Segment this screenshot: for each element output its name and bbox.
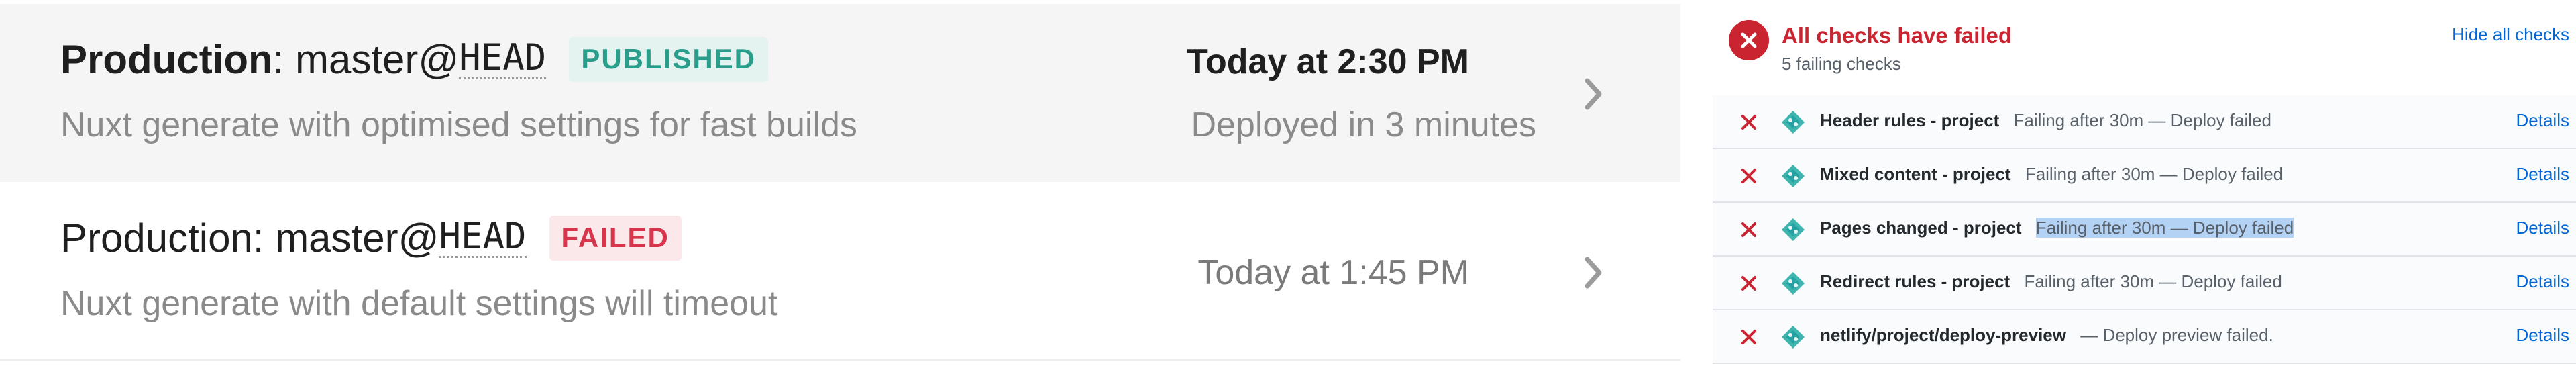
netlify-diamond-icon [1782, 218, 1805, 241]
x-icon [1741, 115, 1756, 130]
check-text: Header rules - project Failing after 30m… [1820, 110, 2271, 131]
screenshot-stage: Production: master@ HEAD PUBLISHED Nuxt g… [0, 0, 2576, 370]
deploy-duration: Deployed in 3 minutes [1191, 105, 1536, 144]
netlify-diamond-icon [1782, 272, 1805, 295]
checks-subtitle: 5 failing checks [1782, 54, 1901, 74]
check-details-link[interactable]: Details [2516, 164, 2569, 185]
deploy-separator: : [272, 37, 295, 82]
netlify-diamond-icon [1782, 165, 1805, 187]
deploy-commit-ref[interactable]: HEAD [459, 40, 547, 79]
check-description: Failing after 30m — Deploy failed [2024, 271, 2282, 291]
check-name: Redirect rules - project [1820, 271, 2010, 291]
status-badge-failed: FAILED [549, 216, 682, 261]
deploy-separator: : [252, 216, 276, 261]
deploy-branch: master@ [275, 216, 439, 261]
check-text: Mixed content - project Failing after 30… [1820, 164, 2283, 185]
hide-all-checks-link[interactable]: Hide all checks [2452, 24, 2569, 45]
deploy-title: Production: master@ HEAD FAILED [60, 215, 682, 261]
status-badge-published: PUBLISHED [569, 37, 769, 82]
deploy-list: Production: master@ HEAD PUBLISHED Nuxt g… [0, 0, 1680, 370]
deploy-row-published[interactable]: Production: master@ HEAD PUBLISHED Nuxt g… [0, 4, 1680, 182]
chevron-right-icon [1585, 78, 1602, 110]
deploy-branch: master@ [294, 37, 460, 82]
deploy-time: Today at 2:30 PM [1187, 42, 1469, 81]
check-details-link[interactable]: Details [2516, 271, 2569, 292]
chevron-right-icon [1585, 257, 1602, 289]
check-name: Header rules - project [1820, 110, 2000, 130]
check-details-link[interactable]: Details [2516, 110, 2569, 131]
check-row: Mixed content - project Failing after 30… [1713, 149, 2576, 203]
x-icon [1741, 222, 1756, 237]
checks-panel: All checks have failed 5 failing checks … [1713, 0, 2576, 370]
check-description: Failing after 30m — Deploy failed [2025, 164, 2284, 184]
netlify-diamond-icon [1782, 326, 1805, 349]
deploy-message: Nuxt generate with default settings will… [60, 284, 778, 323]
check-name: Mixed content - project [1820, 164, 2011, 184]
deploy-context: Production [60, 37, 273, 82]
check-description-selected: Failing after 30m — Deploy failed [2035, 218, 2294, 238]
deploy-time: Today at 1:45 PM [1197, 253, 1469, 292]
checks-header: All checks have failed 5 failing checks … [1713, 0, 2576, 97]
deploy-title: Production: master@ HEAD PUBLISHED [60, 36, 769, 83]
fail-circle-icon [1729, 20, 1769, 60]
check-text: Redirect rules - project Failing after 3… [1820, 271, 2282, 292]
deploy-row-failed[interactable]: Production: master@ HEAD FAILED Nuxt gene… [0, 183, 1680, 361]
check-row: netlify/project/deploy-preview — Deploy … [1713, 310, 2576, 364]
check-name: Pages changed - project [1820, 218, 2022, 238]
check-text: netlify/project/deploy-preview — Deploy … [1820, 325, 2273, 346]
deploy-message: Nuxt generate with optimised settings fo… [60, 105, 857, 144]
x-icon [1741, 276, 1756, 291]
deploy-context: Production [60, 216, 253, 261]
check-details-link[interactable]: Details [2516, 325, 2569, 346]
check-description: — Deploy preview failed. [2080, 325, 2273, 345]
deploy-commit-ref[interactable]: HEAD [439, 218, 527, 258]
check-row: Header rules - project Failing after 30m… [1713, 95, 2576, 149]
check-name: netlify/project/deploy-preview [1820, 325, 2066, 345]
check-row: Pages changed - project Failing after 30… [1713, 203, 2576, 257]
netlify-diamond-icon [1782, 111, 1805, 134]
x-icon [1741, 330, 1756, 344]
check-row: Redirect rules - project Failing after 3… [1713, 257, 2576, 310]
check-description: Failing after 30m — Deploy failed [2013, 110, 2271, 130]
check-details-link[interactable]: Details [2516, 218, 2569, 238]
checks-title: All checks have failed [1782, 23, 2012, 48]
x-icon [1741, 169, 1756, 183]
check-text: Pages changed - project Failing after 30… [1820, 218, 2294, 238]
